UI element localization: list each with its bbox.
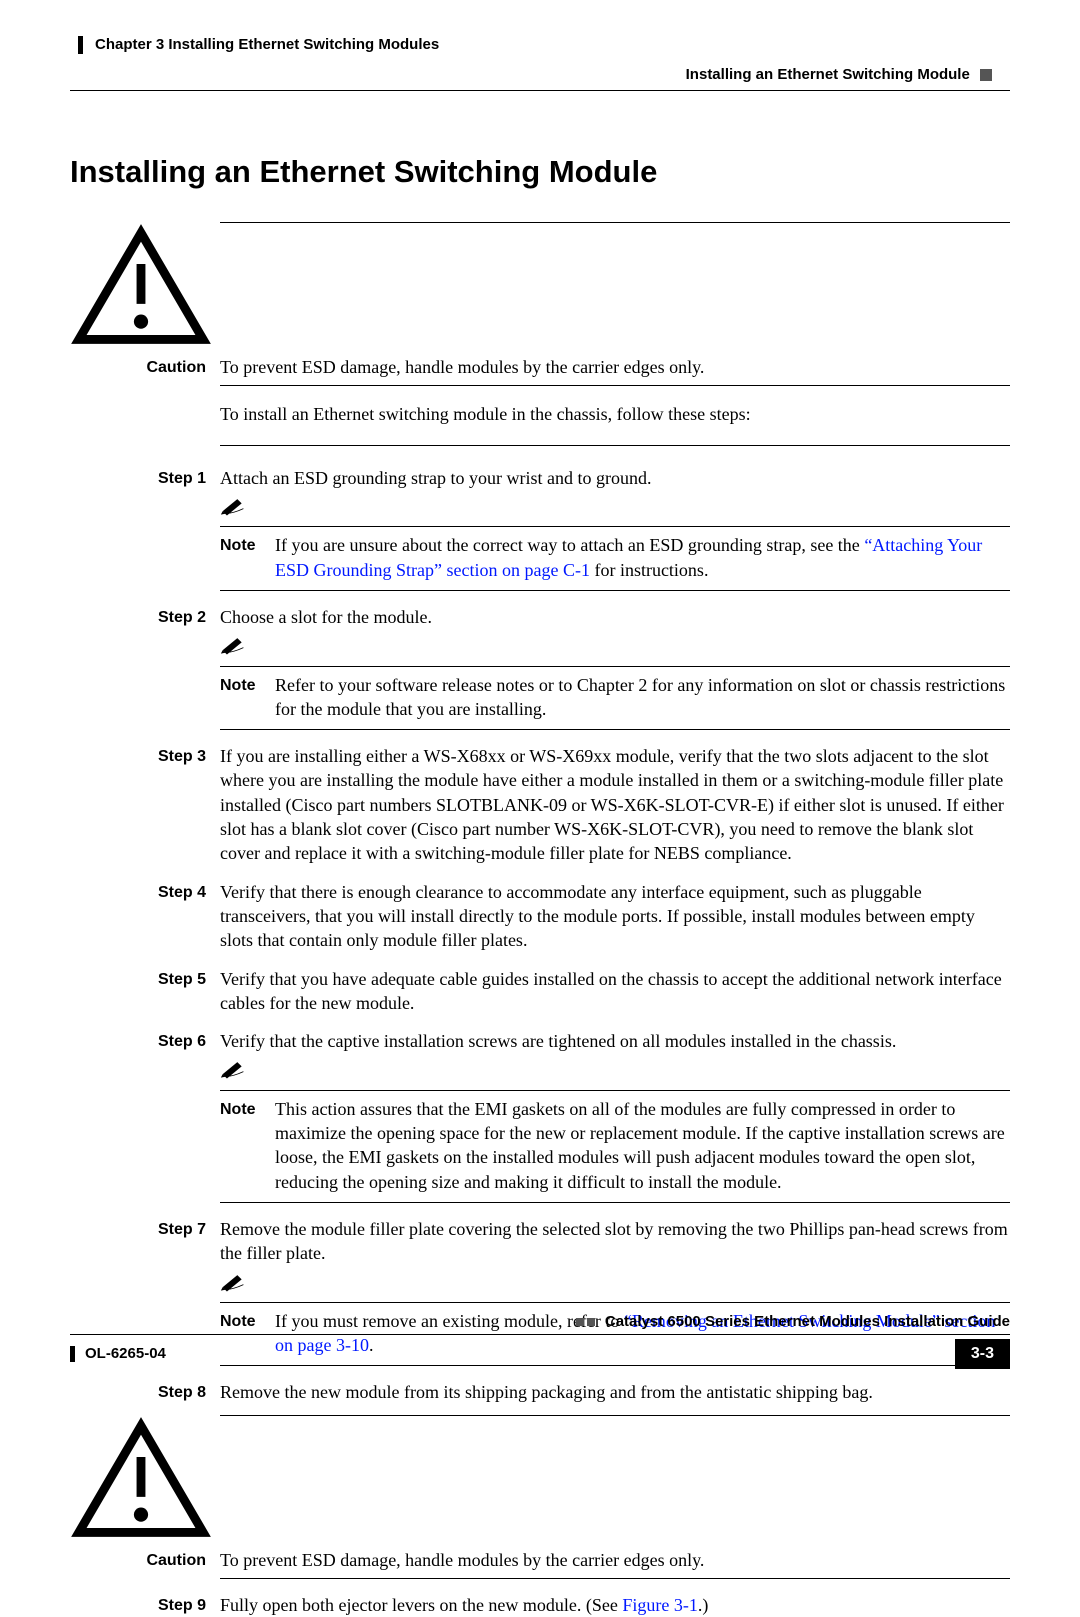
step-text: Remove the new module from its shipping … [220, 1380, 1010, 1404]
step-3: Step 3If you are installing either a WS-… [70, 744, 1010, 865]
figure-link[interactable]: Figure 3-1 [622, 1595, 698, 1615]
section-label: Installing an Ethernet Switching Module [686, 66, 970, 83]
step-label: Step 2 [70, 605, 220, 629]
step-label: Step 5 [70, 967, 220, 991]
header-rule [70, 90, 1010, 91]
step-text: Fully open both ejector levers on the ne… [220, 1593, 1010, 1617]
step-label: Step 9 [70, 1593, 220, 1617]
note-text-post: for instructions. [590, 560, 709, 580]
note-label: Note [220, 533, 275, 557]
footer-square-icon [576, 1318, 595, 1326]
step9-pre: Fully open both ejector levers on the ne… [220, 1595, 622, 1615]
note-pen-icon [220, 1063, 246, 1083]
step-text: Verify that there is enough clearance to… [220, 880, 1010, 953]
step-text: Attach an ESD grounding strap to your wr… [220, 466, 1010, 490]
step-4: Step 4Verify that there is enough cleara… [70, 880, 1010, 953]
running-header-section: Installing an Ethernet Switching Module [70, 65, 1010, 85]
step-label: Step 8 [70, 1380, 220, 1404]
step-1: Step 1Attach an ESD grounding strap to y… [70, 466, 1010, 591]
page-footer: Catalyst 6500 Series Ethernet Modules In… [70, 1312, 1010, 1369]
step-8: Step 8Remove the new module from its shi… [70, 1380, 1010, 1404]
footer-doc-id: OL-6265-04 [85, 1344, 166, 1364]
caution-row-2: Caution To prevent ESD damage, handle mo… [70, 1548, 1010, 1572]
step-label: Step 4 [70, 880, 220, 904]
note-pen-icon [220, 1276, 246, 1296]
caution-text-2: To prevent ESD damage, handle modules by… [220, 1548, 1010, 1572]
note-text-pre: This action assures that the EMI gaskets… [275, 1099, 1005, 1192]
note-pen-icon [220, 500, 246, 520]
step-text: If you are installing either a WS-X68xx … [220, 744, 1010, 865]
step-text: Choose a slot for the module. [220, 605, 1010, 629]
step-text: Verify that the captive installation scr… [220, 1029, 1010, 1053]
step-text: Remove the module filler plate covering … [220, 1217, 1010, 1266]
note-label: Note [220, 1097, 275, 1121]
caution-icon-cell-2 [70, 1415, 220, 1548]
note-pen-icon [220, 639, 246, 659]
running-header-top: Chapter 3 Installing Ethernet Switching … [78, 35, 1010, 55]
intro-text: To install an Ethernet switching module … [220, 402, 1010, 426]
step-2: Step 2Choose a slot for the module. NoteR… [70, 605, 1010, 730]
header-square-icon [980, 69, 992, 81]
page-number-badge: 3-3 [955, 1339, 1010, 1369]
step-6: Step 6Verify that the captive installati… [70, 1029, 1010, 1203]
caution-text: To prevent ESD damage, handle modules by… [220, 355, 1010, 379]
steps-list: Step 1Attach an ESD grounding strap to y… [70, 466, 1010, 1405]
step-text: Verify that you have adequate cable guid… [220, 967, 1010, 1016]
step-label: Step 1 [70, 466, 220, 490]
footer-guide-title: Catalyst 6500 Series Ethernet Modules In… [605, 1313, 1010, 1330]
caution-label-2: Caution [70, 1548, 220, 1572]
header-vertical-bar-icon [78, 36, 83, 54]
step-label: Step 6 [70, 1029, 220, 1053]
note-text: This action assures that the EMI gaskets… [275, 1097, 1010, 1194]
note-text-pre: Refer to your software release notes or … [275, 675, 1005, 719]
footer-vertical-bar-icon [70, 1346, 75, 1362]
note-text: Refer to your software release notes or … [275, 673, 1010, 722]
page-title: Installing an Ethernet Switching Module [70, 151, 1010, 193]
note-text-pre: If you are unsure about the correct way … [275, 535, 864, 555]
caution-triangle-icon [70, 336, 212, 353]
caution-triangle-icon [70, 1528, 212, 1545]
caution-label: Caution [70, 355, 220, 379]
caution-block [70, 222, 1010, 355]
caution-row: Caution To prevent ESD damage, handle mo… [70, 355, 1010, 379]
step-label: Step 7 [70, 1217, 220, 1241]
step-label: Step 3 [70, 744, 220, 768]
caution-block-2 [70, 1415, 1010, 1548]
caution-icon-cell [70, 222, 220, 355]
step9-post: .) [698, 1595, 709, 1615]
page: Chapter 3 Installing Ethernet Switching … [0, 0, 1080, 1397]
step-9: Step 9 Fully open both ejector levers on… [70, 1593, 1010, 1617]
note-text: If you are unsure about the correct way … [275, 533, 1010, 582]
step-5: Step 5Verify that you have adequate cabl… [70, 967, 1010, 1016]
intro-row: To install an Ethernet switching module … [70, 402, 1010, 426]
note-label: Note [220, 673, 275, 697]
chapter-label: Chapter 3 Installing Ethernet Switching … [95, 35, 439, 55]
